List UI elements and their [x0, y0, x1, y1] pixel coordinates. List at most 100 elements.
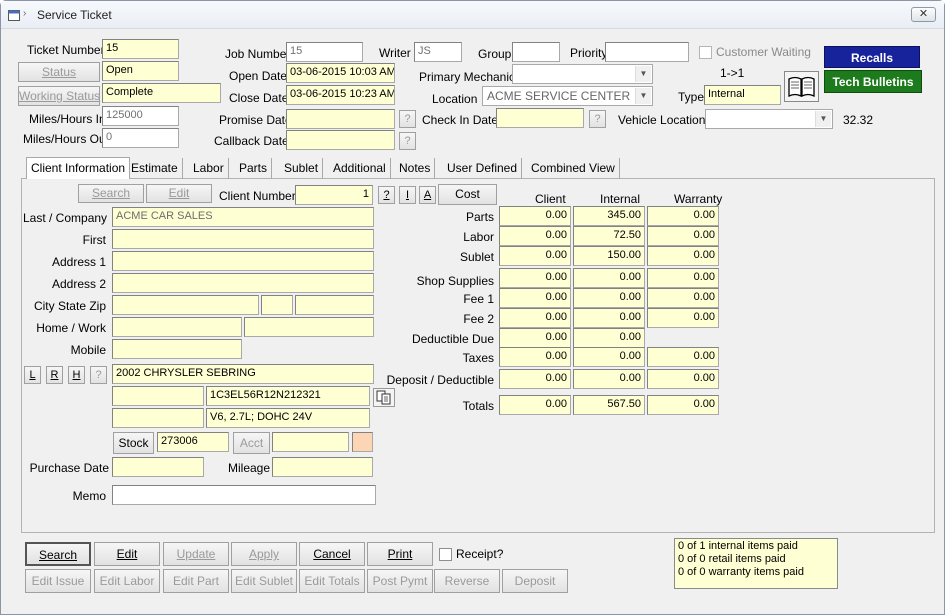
vin-field[interactable]: 1C3EL56R12N212321 — [206, 386, 370, 406]
edit-totals-button[interactable]: Edit Totals — [299, 569, 365, 593]
client-i-button[interactable]: I — [399, 186, 416, 204]
vehicle-l-button[interactable]: L — [24, 366, 41, 384]
state-field[interactable] — [261, 295, 293, 315]
taxes-client[interactable]: 0.00 — [499, 347, 571, 367]
check-in-date-field[interactable] — [496, 108, 584, 128]
labor-warranty[interactable]: 0.00 — [647, 226, 719, 246]
post-payment-button[interactable]: Post Pymt — [367, 569, 433, 593]
vehicle-sub-field-1[interactable] — [112, 386, 204, 406]
tab-combined-view[interactable]: Combined View — [527, 158, 620, 179]
ticket-number-field[interactable]: 15 — [102, 39, 179, 59]
promise-date-help-button[interactable]: ? — [399, 110, 416, 128]
fee1-internal[interactable]: 0.00 — [573, 288, 645, 308]
tab-client-information[interactable]: Client Information — [26, 157, 131, 179]
deposit-client[interactable]: 0.00 — [499, 369, 571, 389]
stock-button[interactable]: Stock — [113, 432, 154, 454]
fee2-internal[interactable]: 0.00 — [573, 308, 645, 328]
check-in-date-help-button[interactable]: ? — [589, 110, 606, 128]
home-phone-field[interactable] — [112, 317, 242, 337]
cancel-button[interactable]: Cancel — [299, 542, 365, 566]
book-button[interactable] — [784, 71, 819, 102]
print-button[interactable]: Print — [367, 542, 433, 566]
fee1-client[interactable]: 0.00 — [499, 288, 571, 308]
deposit-warranty[interactable]: 0.00 — [647, 369, 719, 389]
shop-supplies-internal[interactable]: 0.00 — [573, 268, 645, 288]
fee2-client[interactable]: 0.00 — [499, 308, 571, 328]
customer-waiting-checkbox[interactable] — [699, 46, 712, 59]
deposit-internal[interactable]: 0.00 — [573, 369, 645, 389]
zip-field[interactable] — [295, 295, 374, 315]
labor-client[interactable]: 0.00 — [499, 226, 571, 246]
primary-mechanic-select[interactable]: ▼ — [512, 64, 653, 84]
shop-supplies-warranty[interactable]: 0.00 — [647, 268, 719, 288]
tab-labor[interactable]: Labor — [189, 158, 229, 179]
job-number-field[interactable]: 15 — [286, 42, 363, 62]
miles-out-field[interactable]: 0 — [102, 128, 179, 148]
stock-field[interactable]: 273006 — [157, 432, 229, 452]
last-company-field[interactable]: ACME CAR SALES — [112, 207, 374, 227]
client-a-button[interactable]: A — [419, 186, 436, 204]
status-field[interactable]: Open — [102, 61, 179, 81]
sublet-client[interactable]: 0.00 — [499, 246, 571, 266]
deposit-button[interactable]: Deposit — [502, 569, 568, 593]
priority-field[interactable] — [605, 42, 689, 62]
first-field[interactable] — [112, 229, 374, 249]
vehicle-sub-field-2[interactable] — [112, 408, 204, 428]
memo-field[interactable] — [112, 485, 376, 505]
working-status-field[interactable]: Complete — [102, 83, 221, 103]
labor-internal[interactable]: 72.50 — [573, 226, 645, 246]
close-button[interactable]: ✕ — [911, 7, 936, 22]
apply-button[interactable]: Apply — [231, 542, 297, 566]
tab-sublet[interactable]: Sublet — [280, 158, 324, 179]
edit-sublet-button[interactable]: Edit Sublet — [231, 569, 297, 593]
totals-warranty[interactable]: 0.00 — [647, 395, 719, 415]
totals-internal[interactable]: 567.50 — [573, 395, 645, 415]
type-field[interactable]: Internal — [704, 85, 781, 105]
vehicle-help-button[interactable]: ? — [90, 366, 107, 384]
client-help-button[interactable]: ? — [378, 186, 395, 204]
tab-additional[interactable]: Additional — [329, 158, 391, 179]
receipt-checkbox[interactable] — [439, 548, 452, 561]
close-date-field[interactable]: 03-06-2015 10:23 AM — [286, 85, 395, 105]
vehicle-h-button[interactable]: H — [68, 366, 85, 384]
parts-internal[interactable]: 345.00 — [573, 206, 645, 226]
promise-date-field[interactable] — [286, 109, 395, 129]
acct-field[interactable] — [272, 432, 349, 452]
engine-field[interactable]: V6, 2.7L; DOHC 24V — [206, 408, 370, 428]
shop-supplies-client[interactable]: 0.00 — [499, 268, 571, 288]
city-field[interactable] — [112, 295, 259, 315]
edit-issue-button[interactable]: Edit Issue — [25, 569, 91, 593]
callback-date-help-button[interactable]: ? — [399, 132, 416, 150]
edit-part-button[interactable]: Edit Part — [163, 569, 229, 593]
vehicle-r-button[interactable]: R — [46, 366, 63, 384]
work-phone-field[interactable] — [244, 317, 374, 337]
tab-parts[interactable]: Parts — [235, 158, 273, 179]
fee2-warranty[interactable]: 0.00 — [647, 308, 719, 328]
deductible-due-internal[interactable]: 0.00 — [573, 328, 645, 348]
update-button[interactable]: Update — [163, 542, 229, 566]
working-status-button[interactable]: Working Status — [18, 86, 100, 106]
open-date-field[interactable]: 03-06-2015 10:03 AM — [286, 63, 395, 83]
parts-client[interactable]: 0.00 — [499, 206, 571, 226]
tab-notes[interactable]: Notes — [395, 158, 436, 179]
vehicle-location-select[interactable]: ▼ — [705, 109, 833, 129]
cost-button[interactable]: Cost — [438, 184, 497, 205]
mileage-field[interactable] — [272, 457, 373, 477]
miles-in-field[interactable]: 125000 — [102, 106, 179, 126]
reverse-button[interactable]: Reverse — [434, 569, 500, 593]
recalls-button[interactable]: Recalls — [824, 46, 920, 68]
client-edit-button[interactable]: Edit — [146, 184, 212, 203]
tab-estimate[interactable]: Estimate — [127, 158, 183, 179]
callback-date-field[interactable] — [286, 130, 395, 150]
search-button[interactable]: Search — [25, 542, 91, 566]
sublet-warranty[interactable]: 0.00 — [647, 246, 719, 266]
fee1-warranty[interactable]: 0.00 — [647, 288, 719, 308]
vehicle-field[interactable]: 2002 CHRYSLER SEBRING — [112, 364, 374, 384]
address2-field[interactable] — [112, 273, 374, 293]
totals-client[interactable]: 0.00 — [499, 395, 571, 415]
deductible-due-client[interactable]: 0.00 — [499, 328, 571, 348]
status-button[interactable]: Status — [18, 62, 100, 82]
edit-button[interactable]: Edit — [94, 542, 160, 566]
sublet-internal[interactable]: 150.00 — [573, 246, 645, 266]
client-number-field[interactable]: 1 — [295, 185, 373, 205]
